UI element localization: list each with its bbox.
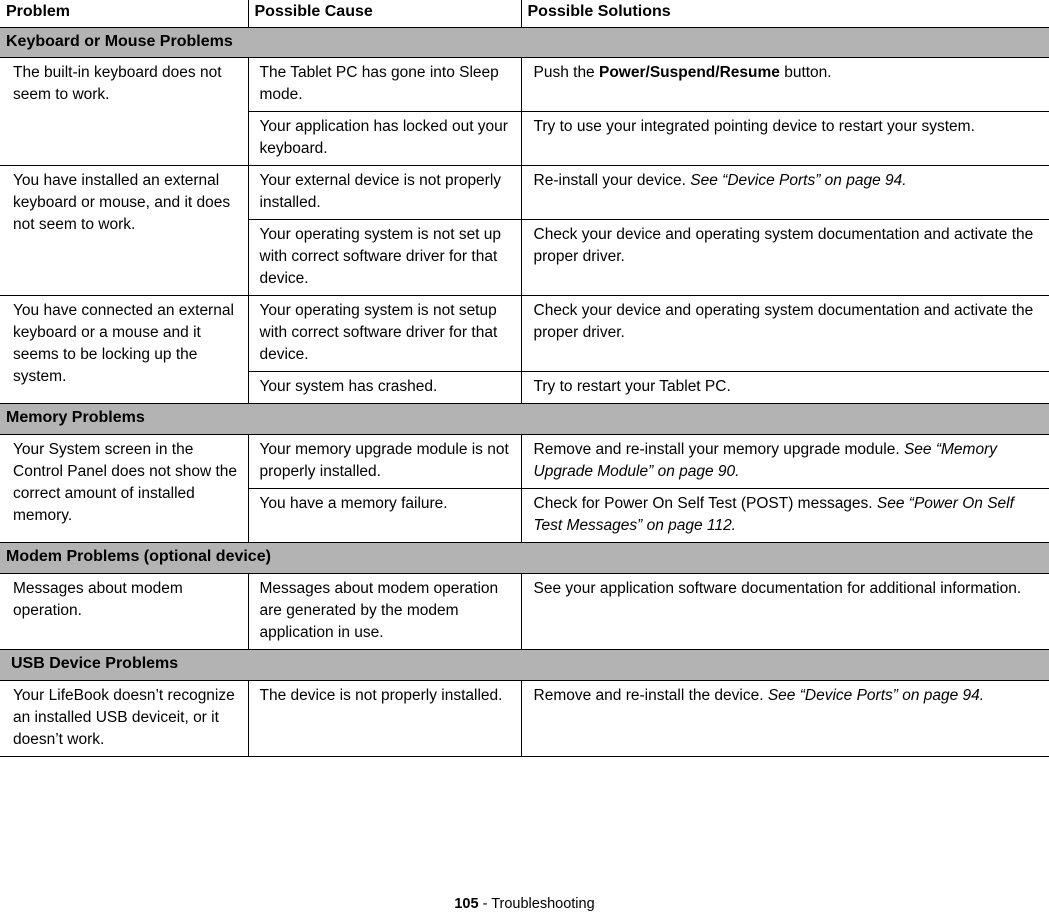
possible-solution-cell: Re-install your device. See “Device Port…	[520, 165, 1049, 221]
solution-cross-reference: See “Device Ports” on page 94.	[767, 686, 985, 704]
possible-cause-cell: Your memory upgrade module is not proper…	[247, 434, 522, 490]
problem-cell: Your System screen in the Control Panel …	[0, 434, 249, 544]
possible-solution-cell: Check your device and operating system d…	[520, 219, 1049, 297]
footer-separator: -	[478, 896, 492, 912]
possible-cause-cell: Your external device is not properly ins…	[247, 165, 522, 221]
solution-emphasis-bold: Power/Suspend/Resume	[599, 64, 780, 82]
section-title: USB Device Problems	[0, 648, 1049, 681]
table-row: You have installed an external keyboard …	[0, 165, 1049, 297]
possible-solution-cell: See your application software documentat…	[520, 572, 1049, 650]
solution-text: Check for Power On Self Test (POST) mess…	[534, 493, 1036, 537]
solution-text-run: Remove and re-install the device.	[533, 686, 768, 704]
section-title: Memory Problems	[0, 403, 1049, 436]
possible-solution-cell: Remove and re-install your memory upgrad…	[520, 434, 1049, 490]
possible-solution-cell: Push the Power/Suspend/Resume button.	[520, 57, 1049, 113]
solution-text: Check your device and operating system d…	[534, 300, 1036, 344]
solution-text-run: Check your device and operating system d…	[533, 302, 1034, 342]
possible-cause-cell: Your operating system is not set up with…	[247, 219, 522, 297]
solution-text-run: Try to use your integrated pointing devi…	[533, 118, 975, 136]
troubleshooting-page: Problem Possible Cause Possible Solution…	[0, 0, 1049, 917]
column-header-possible-cause: Possible Cause	[247, 0, 522, 28]
section-header-row: Modem Problems (optional device)	[0, 542, 1049, 574]
section-header-row: Keyboard or Mouse Problems	[0, 26, 1049, 59]
solution-text-run: Try to restart your Tablet PC.	[533, 378, 731, 396]
possible-cause-cell: Messages about modem operation are gener…	[247, 572, 522, 650]
solution-text: Try to restart your Tablet PC.	[534, 376, 1036, 398]
solution-text-run: Check your device and operating system d…	[533, 226, 1034, 266]
troubleshooting-table: Problem Possible Cause Possible Solution…	[0, 0, 1049, 757]
problem-cell: You have connected an external keyboard …	[0, 295, 249, 405]
possible-solution-cell: Try to restart your Tablet PC.	[520, 371, 1049, 405]
possible-cause-cell: The Tablet PC has gone into Sleep mode.	[247, 57, 522, 113]
problem-cell: Messages about modem operation.	[0, 572, 249, 650]
footer-chapter-name: Troubleshooting	[491, 896, 595, 912]
section-title: Modem Problems (optional device)	[0, 542, 1049, 574]
table-row: Your LifeBook doesn’t recognize an insta…	[0, 679, 1049, 757]
table-row: The built-in keyboard does not seem to w…	[0, 57, 1049, 167]
solution-text: Remove and re-install your memory upgrad…	[534, 439, 1036, 483]
table-header: Problem Possible Cause Possible Solution…	[0, 0, 1049, 28]
solution-text: Push the Power/Suspend/Resume button.	[534, 62, 1036, 84]
possible-solution-cell: Try to use your integrated pointing devi…	[520, 111, 1049, 167]
problem-cell: You have installed an external keyboard …	[0, 165, 249, 297]
possible-cause-cell: You have a memory failure.	[247, 488, 522, 544]
solution-text-run: Check for Power On Self Test (POST) mess…	[533, 495, 877, 513]
solution-text-run: Remove and re-install your memory upgrad…	[533, 441, 904, 459]
table-row: You have connected an external keyboard …	[0, 295, 1049, 405]
header-row: Problem Possible Cause Possible Solution…	[0, 0, 1049, 28]
solution-text: See your application software documentat…	[534, 578, 1036, 600]
solution-text-run: button.	[779, 64, 832, 82]
table-row: Your System screen in the Control Panel …	[0, 434, 1049, 544]
solution-text-run: Re-install your device.	[533, 172, 691, 190]
solution-text: Re-install your device. See “Device Port…	[534, 170, 1036, 192]
possible-solution-cell: Check your device and operating system d…	[520, 295, 1049, 373]
possible-cause-cell: The device is not properly installed.	[247, 679, 522, 757]
solution-text-run: See your application software documentat…	[533, 579, 1022, 597]
footer-page-number: 105	[454, 896, 479, 912]
possible-solution-cell: Remove and re-install the device. See “D…	[520, 679, 1049, 757]
column-header-possible-solutions: Possible Solutions	[520, 0, 1049, 28]
problem-cell: The built-in keyboard does not seem to w…	[0, 57, 249, 167]
possible-solution-cell: Check for Power On Self Test (POST) mess…	[520, 488, 1049, 544]
problem-cell: Your LifeBook doesn’t recognize an insta…	[0, 679, 249, 757]
page-footer: 105 - Troubleshooting	[0, 896, 1049, 913]
section-header-row: USB Device Problems	[0, 648, 1049, 681]
solution-text: Remove and re-install the device. See “D…	[534, 685, 1036, 707]
table-row: Messages about modem operation. Messages …	[0, 572, 1049, 650]
possible-cause-cell: Your system has crashed.	[247, 371, 522, 405]
solution-text: Try to use your integrated pointing devi…	[534, 116, 1036, 138]
possible-cause-cell: Your operating system is not setup with …	[247, 295, 522, 373]
column-header-problem: Problem	[0, 0, 249, 28]
possible-cause-cell: Your application has locked out your key…	[247, 111, 522, 167]
table-body: Keyboard or Mouse Problems The built-in k…	[0, 26, 1049, 757]
section-header-row: Memory Problems	[0, 403, 1049, 436]
solution-text-run: Push the	[533, 64, 599, 82]
section-title: Keyboard or Mouse Problems	[0, 26, 1049, 59]
solution-cross-reference: See “Device Ports” on page 94.	[690, 172, 907, 190]
solution-text: Check your device and operating system d…	[534, 224, 1036, 268]
